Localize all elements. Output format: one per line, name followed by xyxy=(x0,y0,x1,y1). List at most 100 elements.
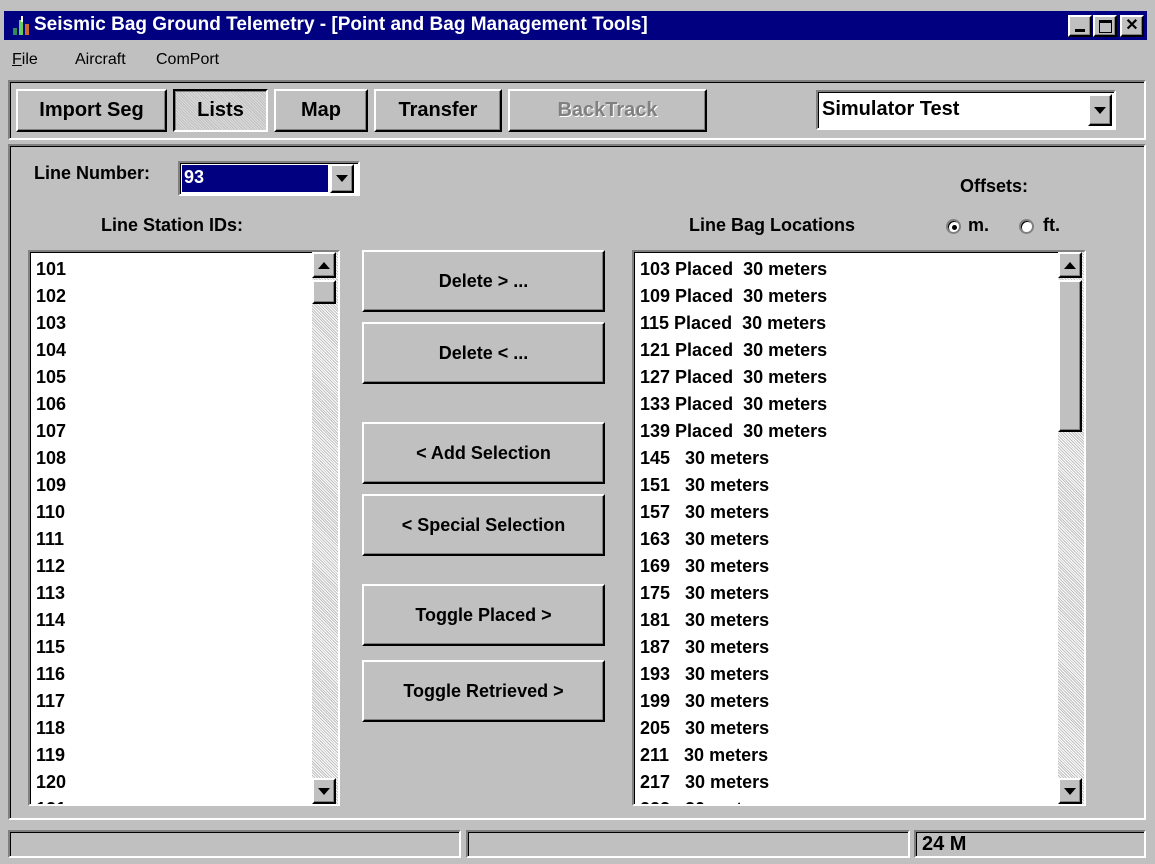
close-icon: ✕ xyxy=(1125,17,1139,34)
bag-list-item[interactable]: 211 30 meters xyxy=(640,742,827,769)
special-selection-button[interactable]: < Special Selection xyxy=(362,494,605,556)
line-number-arrow[interactable] xyxy=(330,164,354,193)
station-list-item[interactable]: 104 xyxy=(36,337,66,364)
app-icon xyxy=(13,16,29,35)
chevron-down-icon xyxy=(336,175,348,182)
menu-file[interactable]: File xyxy=(12,51,38,69)
line-number-value: 93 xyxy=(184,167,205,187)
bag-list-item[interactable]: 133 Placed 30 meters xyxy=(640,391,827,418)
minimize-button[interactable] xyxy=(1068,15,1092,37)
station-list-item[interactable]: 113 xyxy=(36,580,66,607)
maximize-icon xyxy=(1098,19,1112,33)
minimize-icon xyxy=(1075,28,1085,32)
station-list-item[interactable]: 121 xyxy=(36,796,66,804)
bag-list-item[interactable]: 193 30 meters xyxy=(640,661,827,688)
menu-aircraft[interactable]: Aircraft xyxy=(75,51,126,69)
radio-selected-dot xyxy=(952,225,957,230)
lists-button[interactable]: Lists xyxy=(173,89,268,132)
station-list-item[interactable]: 109 xyxy=(36,472,66,499)
bag-list-items: 103 Placed 30 meters 109 Placed 30 meters… xyxy=(640,256,827,804)
station-list-item[interactable]: 108 xyxy=(36,445,66,472)
bag-list-item[interactable]: 223 30 meters xyxy=(640,796,827,804)
scroll-thumb[interactable] xyxy=(1058,280,1082,432)
station-list-item[interactable]: 120 xyxy=(36,769,66,796)
station-scrollbar[interactable] xyxy=(312,252,338,804)
arrow-up-icon xyxy=(318,261,330,269)
bag-list-item[interactable]: 175 30 meters xyxy=(640,580,827,607)
toggle-placed-button[interactable]: Toggle Placed > xyxy=(362,584,605,646)
maximize-button[interactable] xyxy=(1093,15,1117,37)
station-list-item[interactable]: 103 xyxy=(36,310,66,337)
bag-list-item[interactable]: 109 Placed 30 meters xyxy=(640,283,827,310)
offset-m-label[interactable]: m. xyxy=(968,215,989,236)
map-button[interactable]: Map xyxy=(274,89,368,132)
menu-comport[interactable]: ComPort xyxy=(156,51,219,69)
bag-list-item[interactable]: 205 30 meters xyxy=(640,715,827,742)
status-memory: 24 M xyxy=(914,830,1146,858)
station-list-items: 101 102 103 104 105 106 107 108 109 110 111 112 113 1… xyxy=(36,256,66,804)
station-list-item[interactable]: 111 xyxy=(36,526,66,553)
backtrack-button[interactable]: BackTrack xyxy=(508,89,707,132)
station-list-item[interactable]: 119 xyxy=(36,742,66,769)
scroll-up-button[interactable] xyxy=(1058,252,1082,278)
arrow-down-icon xyxy=(1064,787,1076,795)
status-pane-2 xyxy=(466,830,910,858)
scroll-down-button[interactable] xyxy=(312,778,336,804)
status-pane-1 xyxy=(8,830,461,858)
station-list-item[interactable]: 116 xyxy=(36,661,66,688)
mode-select[interactable]: Simulator Test xyxy=(816,90,1116,130)
station-list-item[interactable]: 107 xyxy=(36,418,66,445)
chevron-down-icon xyxy=(1094,106,1106,114)
arrow-down-icon xyxy=(318,787,330,795)
bag-locations-list[interactable]: 103 Placed 30 meters 109 Placed 30 meters… xyxy=(632,250,1086,806)
arrow-up-icon xyxy=(1064,261,1076,269)
bag-list-item[interactable]: 145 30 meters xyxy=(640,445,827,472)
bag-list-item[interactable]: 103 Placed 30 meters xyxy=(640,256,827,283)
station-list-item[interactable]: 115 xyxy=(36,634,66,661)
station-list-item[interactable]: 112 xyxy=(36,553,66,580)
bag-list-item[interactable]: 151 30 meters xyxy=(640,472,827,499)
window-title: Seismic Bag Ground Telemetry - [Point an… xyxy=(34,14,648,35)
station-list-item[interactable]: 110 xyxy=(36,499,66,526)
station-list-item[interactable]: 106 xyxy=(36,391,66,418)
import-seg-button[interactable]: Import Seg xyxy=(16,89,167,132)
offset-m-radio[interactable] xyxy=(946,219,961,234)
bag-list-item[interactable]: 127 Placed 30 meters xyxy=(640,364,827,391)
toggle-retrieved-button[interactable]: Toggle Retrieved > xyxy=(362,660,605,722)
line-number-select[interactable]: 93 xyxy=(178,161,360,196)
bag-list-item[interactable]: 139 Placed 30 meters xyxy=(640,418,827,445)
bag-list-item[interactable]: 157 30 meters xyxy=(640,499,827,526)
station-ids-label: Line Station IDs: xyxy=(101,215,244,235)
scroll-thumb[interactable] xyxy=(312,280,336,304)
station-ids-list[interactable]: 101 102 103 104 105 106 107 108 109 110 111 112 113 1… xyxy=(28,250,340,806)
line-number-label: Line Number: xyxy=(34,163,151,183)
bag-list-item[interactable]: 163 30 meters xyxy=(640,526,827,553)
transfer-button[interactable]: Transfer xyxy=(374,89,502,132)
station-list-item[interactable]: 118 xyxy=(36,715,66,742)
offsets-label: Offsets: xyxy=(960,176,1029,196)
bag-list-item[interactable]: 217 30 meters xyxy=(640,769,827,796)
bag-locations-label: Line Bag Locations xyxy=(689,215,856,235)
mode-select-value: Simulator Test xyxy=(822,98,960,120)
bag-list-item[interactable]: 169 30 meters xyxy=(640,553,827,580)
mode-select-arrow[interactable] xyxy=(1088,94,1112,126)
bag-list-item[interactable]: 121 Placed 30 meters xyxy=(640,337,827,364)
offset-ft-label[interactable]: ft. xyxy=(1043,215,1060,236)
close-button[interactable]: ✕ xyxy=(1120,15,1144,37)
delete-left-button[interactable]: Delete < ... xyxy=(362,322,605,384)
scroll-down-button[interactable] xyxy=(1058,778,1082,804)
bag-list-item[interactable]: 187 30 meters xyxy=(640,634,827,661)
station-list-item[interactable]: 114 xyxy=(36,607,66,634)
bag-list-item[interactable]: 199 30 meters xyxy=(640,688,827,715)
station-list-item[interactable]: 102 xyxy=(36,283,66,310)
station-list-item[interactable]: 117 xyxy=(36,688,66,715)
scroll-up-button[interactable] xyxy=(312,252,336,278)
bag-list-item[interactable]: 115 Placed 30 meters xyxy=(640,310,827,337)
station-list-item[interactable]: 105 xyxy=(36,364,66,391)
bag-list-item[interactable]: 181 30 meters xyxy=(640,607,827,634)
offset-ft-radio[interactable] xyxy=(1019,219,1034,234)
bag-scrollbar[interactable] xyxy=(1058,252,1084,804)
delete-right-button[interactable]: Delete > ... xyxy=(362,250,605,312)
station-list-item[interactable]: 101 xyxy=(36,256,66,283)
add-selection-button[interactable]: < Add Selection xyxy=(362,422,605,484)
